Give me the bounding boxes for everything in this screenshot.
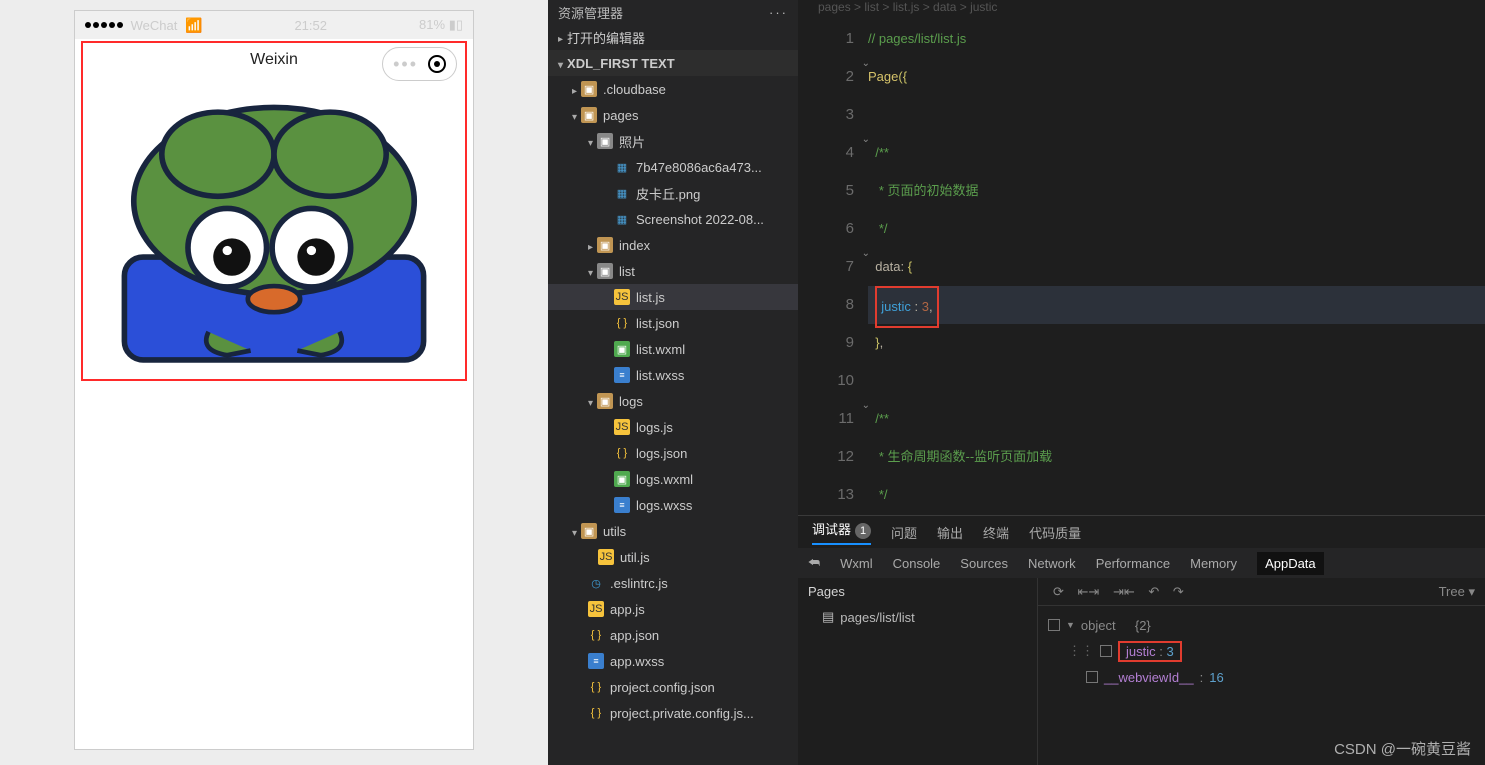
fold-icon[interactable]: ⌄ <box>858 248 870 259</box>
fold-icon[interactable]: ⌄ <box>858 134 870 145</box>
battery-label: 81% ▮▯ <box>419 17 463 33</box>
folder-list[interactable]: ▣list <box>548 258 798 284</box>
debugger-tabs: 调试器1 问题 输出 终端 代码质量 <box>798 516 1485 548</box>
pages-title: Pages <box>798 578 1037 605</box>
file-logs-js[interactable]: JSlogs.js <box>548 414 798 440</box>
folder-pages[interactable]: ▣pages <box>548 102 798 128</box>
collapse-in-icon[interactable]: ⇤⇥ <box>1078 584 1100 599</box>
tab-console[interactable]: Console <box>893 556 941 571</box>
file-app-wxss[interactable]: ≡app.wxss <box>548 648 798 674</box>
explorer-header: 资源管理器 ··· <box>548 0 798 24</box>
file-app-js[interactable]: JSapp.js <box>548 596 798 622</box>
debugger-panel: 调试器1 问题 输出 终端 代码质量 ⮪ Wxml Console Source… <box>798 515 1485 765</box>
editor-area: pages > list > list.js > data > justic 1… <box>798 0 1485 765</box>
redo-icon[interactable]: ↷ <box>1173 584 1184 599</box>
explorer-panel: 资源管理器 ··· 打开的编辑器 XDL_FIRST TEXT ▣.cloudb… <box>548 0 798 765</box>
inspect-icon[interactable]: ⮪ <box>808 555 820 571</box>
page-item[interactable]: ▤pages/list/list <box>798 605 1037 629</box>
file-list-wxml[interactable]: ▣list.wxml <box>548 336 798 362</box>
file-app-json[interactable]: { }app.json <box>548 622 798 648</box>
file-img3[interactable]: ▦Screenshot 2022-08... <box>548 206 798 232</box>
highlight-red-box-data: justic : 3 <box>1118 641 1182 662</box>
code-editor[interactable]: 123 456 789 101112 13 ⌄ ⌄ ⌄ ⌄ // pages/l… <box>798 20 1485 515</box>
file-list-js[interactable]: JSlist.js <box>548 284 798 310</box>
folder-index[interactable]: ▣index <box>548 232 798 258</box>
file-img2[interactable]: ▦皮卡丘.png <box>548 180 798 206</box>
battery-icon: ▮▯ <box>449 17 463 32</box>
wifi-icon: 📶 <box>185 17 202 34</box>
tab-output[interactable]: 输出 <box>937 523 963 542</box>
appdata-body: ⟳ ⇤⇥ ⇥⇤ ↶ ↷ Tree ▾ ▼object {2} ⋮⋮justic … <box>1038 578 1485 765</box>
expand-out-icon[interactable]: ⇥⇤ <box>1113 584 1135 599</box>
tab-terminal[interactable]: 终端 <box>983 523 1009 542</box>
status-bar: WeChat 📶 21:52 81% ▮▯ <box>75 11 473 39</box>
chevron-down-icon: ▾ <box>1468 584 1475 599</box>
breadcrumb: pages > list > list.js > data > justic <box>798 0 1485 20</box>
file-img1[interactable]: ▦7b47e8086ac6a473... <box>548 154 798 180</box>
badge-count: 1 <box>855 523 871 539</box>
more-icon[interactable]: ••• <box>393 54 418 75</box>
simulator-panel: WeChat 📶 21:52 81% ▮▯ Weixin ••• <box>0 0 548 765</box>
appdata-pages: Pages ▤pages/list/list <box>798 578 1038 765</box>
devtools-tabs: ⮪ Wxml Console Sources Network Performan… <box>798 548 1485 578</box>
phone-simulator: WeChat 📶 21:52 81% ▮▯ Weixin ••• <box>74 10 474 750</box>
tree-mode[interactable]: Tree ▾ <box>1439 584 1475 600</box>
file-list-json[interactable]: { }list.json <box>548 310 798 336</box>
tab-memory[interactable]: Memory <box>1190 556 1237 571</box>
tab-quality[interactable]: 代码质量 <box>1029 523 1081 542</box>
tab-issues[interactable]: 问题 <box>891 523 917 542</box>
tab-wxml[interactable]: Wxml <box>840 556 873 571</box>
tab-performance[interactable]: Performance <box>1096 556 1170 571</box>
file-util-js[interactable]: JSutil.js <box>548 544 798 570</box>
folder-utils[interactable]: ▣utils <box>548 518 798 544</box>
file-eslintrc[interactable]: ◷.eslintrc.js <box>548 570 798 596</box>
code-content[interactable]: // pages/list/list.js Page({ /** * 页面的初始… <box>868 20 1485 515</box>
section-open-editors[interactable]: 打开的编辑器 <box>548 24 798 50</box>
drag-icon[interactable]: ⋮⋮ <box>1068 643 1094 659</box>
app-title: Weixin <box>250 51 298 69</box>
appdata-tree[interactable]: ▼object {2} ⋮⋮justic : 3 __webviewId__ :… <box>1038 606 1485 696</box>
signal-icon: WeChat 📶 <box>85 17 202 34</box>
file-logs-wxss[interactable]: ≡logs.wxss <box>548 492 798 518</box>
section-project[interactable]: XDL_FIRST TEXT <box>548 50 798 76</box>
tab-network[interactable]: Network <box>1028 556 1076 571</box>
file-list-wxss[interactable]: ≡list.wxss <box>548 362 798 388</box>
file-logs-json[interactable]: { }logs.json <box>548 440 798 466</box>
fold-icon[interactable]: ⌄ <box>858 400 870 411</box>
file-project-private[interactable]: { }project.private.config.js... <box>548 700 798 726</box>
tab-sources[interactable]: Sources <box>960 556 1008 571</box>
file-icon: ▤ <box>822 609 834 625</box>
carrier-label: WeChat <box>131 18 178 33</box>
explorer-title: 资源管理器 <box>558 3 623 22</box>
close-target-icon[interactable] <box>428 55 446 73</box>
frog-image <box>87 83 461 375</box>
folder-cloudbase[interactable]: ▣.cloudbase <box>548 76 798 102</box>
folder-photos[interactable]: ▣照片 <box>548 128 798 154</box>
watermark: CSDN @一碗黄豆酱 <box>1334 738 1471 759</box>
tab-appdata[interactable]: AppData <box>1257 552 1324 575</box>
fold-icon[interactable]: ⌄ <box>858 58 870 69</box>
folder-logs[interactable]: ▣logs <box>548 388 798 414</box>
tab-debugger[interactable]: 调试器1 <box>812 519 871 545</box>
highlight-red-box: Weixin ••• <box>81 41 467 381</box>
explorer-menu-icon[interactable]: ··· <box>769 5 788 20</box>
undo-icon[interactable]: ↶ <box>1148 584 1159 599</box>
file-project-config[interactable]: { }project.config.json <box>548 674 798 700</box>
refresh-icon[interactable]: ⟳ <box>1053 584 1064 599</box>
appdata-toolbar: ⟳ ⇤⇥ ⇥⇤ ↶ ↷ Tree ▾ <box>1038 578 1485 606</box>
clock-label: 21:52 <box>294 18 327 33</box>
capsule-buttons[interactable]: ••• <box>382 47 457 81</box>
line-gutter: 123 456 789 101112 13 ⌄ ⌄ ⌄ ⌄ <box>798 20 868 515</box>
file-logs-wxml[interactable]: ▣logs.wxml <box>548 466 798 492</box>
highlight-red-box-code: justic : 3, <box>875 286 938 328</box>
